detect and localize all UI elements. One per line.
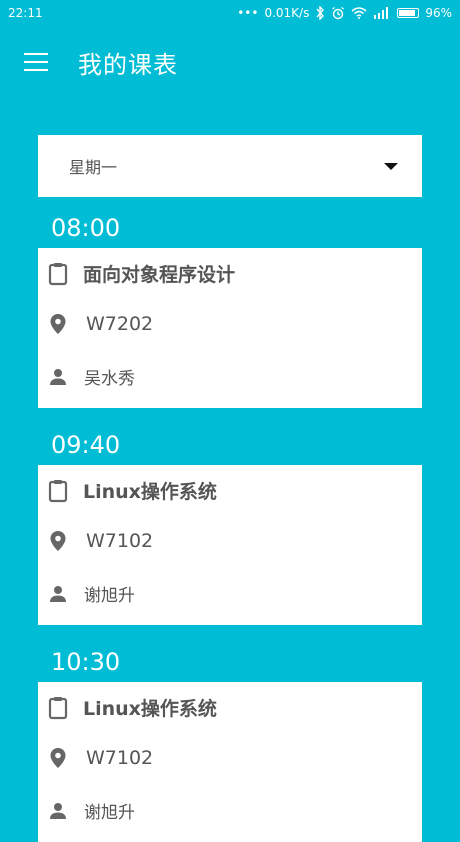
teacher-name: 吴水秀 [84,369,135,389]
teacher-name: 谢旭升 [84,803,135,823]
wifi-icon [351,7,367,19]
location-pin-icon [47,746,69,770]
class-card[interactable]: 面向对象程序设计 W7202 吴水秀 [38,248,422,408]
class-card[interactable]: Linux操作系统 W7102 谢旭升 [38,465,422,625]
status-icons: ••• 0.01K/s 96% [237,6,452,20]
room-number: W7102 [86,747,154,769]
course-name: Linux操作系统 [83,481,217,503]
course-name: 面向对象程序设计 [83,264,236,286]
person-icon [47,799,69,823]
page-title: 我的课表 [78,50,178,79]
status-bar: 22:11 ••• 0.01K/s 96% [0,0,460,26]
class-time: 10:30 [51,648,121,676]
menu-icon[interactable] [24,53,48,71]
bluetooth-icon [316,6,325,20]
status-time: 22:11 [8,6,43,20]
day-selector[interactable]: 星期一 [38,135,422,197]
location-pin-icon [47,529,69,553]
dots-icon: ••• [237,6,259,20]
dropdown-arrow-icon [384,162,398,170]
app-bar: 我的课表 [0,26,460,98]
class-card[interactable]: Linux操作系统 W7102 谢旭升 [38,682,422,842]
selected-day: 星期一 [69,158,118,177]
network-speed: 0.01K/s [264,6,310,20]
battery-level: 96% [425,6,452,20]
teacher-name: 谢旭升 [84,586,135,606]
clipboard-icon [47,479,69,503]
class-time: 08:00 [51,214,121,242]
alarm-icon [332,6,345,20]
clipboard-icon [47,262,69,286]
room-number: W7102 [86,530,154,552]
person-icon [47,365,69,389]
battery-icon [397,8,420,18]
course-name: Linux操作系统 [83,698,217,720]
clipboard-icon [47,696,69,720]
location-pin-icon [47,312,69,336]
room-number: W7202 [86,313,154,335]
class-time: 09:40 [51,431,121,459]
person-icon [47,582,69,606]
signal-icon [374,7,389,19]
